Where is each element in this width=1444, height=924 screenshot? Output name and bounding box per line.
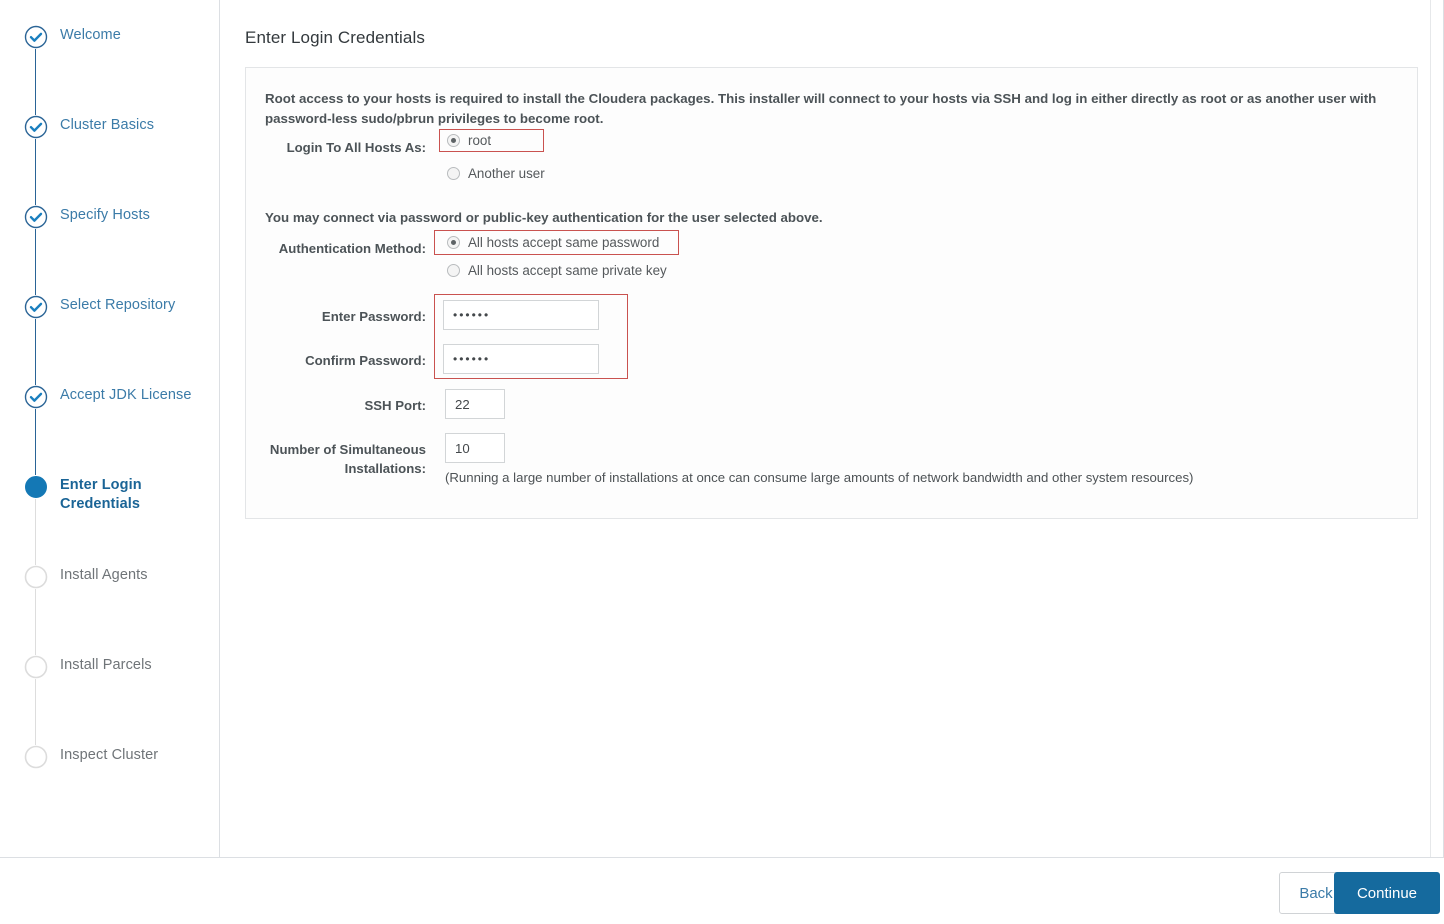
check-circle-icon [24,385,48,409]
simultaneous-installations-label-line1: Number of Simultaneous [269,442,426,457]
enter-password-input[interactable] [443,300,599,330]
sidebar-item-label: Install Agents [60,567,148,583]
credentials-panel: Root access to your hosts is required to… [245,67,1418,519]
continue-button[interactable]: Continue [1334,872,1440,914]
sidebar-item-label: Accept JDK License [60,387,192,403]
sidebar-item-inspect-cluster[interactable]: Inspect Cluster [0,720,219,810]
check-circle-icon [24,205,48,229]
radio-label: All hosts accept same private key [468,263,667,278]
confirm-password-label: Confirm Password: [305,353,426,368]
sidebar-item-label: Enter Login Credentials [60,477,142,512]
simultaneous-installations-label-line2: Installations: [344,461,426,476]
sidebar-item-enter-login-credentials[interactable]: Enter Login Credentials [0,450,219,565]
simultaneous-installations-hint: (Running a large number of installations… [445,470,1194,485]
enter-password-label: Enter Password: [321,309,426,324]
ssh-port-input[interactable] [445,389,505,419]
sidebar-item-label: Install Parcels [60,657,152,673]
wizard-sidebar: Welcome Cluster Basics Specify Hosts Sel… [0,0,220,857]
sidebar-item-label: Inspect Cluster [60,747,159,763]
sidebar-item-accept-jdk-license[interactable]: Accept JDK License [0,360,219,475]
radio-dot-icon [447,134,460,147]
sidebar-item-install-parcels[interactable]: Install Parcels [0,630,219,745]
sidebar-item-welcome[interactable]: Welcome [0,0,219,115]
wizard-footer: Back Continue [0,857,1444,924]
sidebar-item-install-agents[interactable]: Install Agents [0,540,219,655]
radio-auth-same-password[interactable]: All hosts accept same password [447,235,659,250]
check-circle-icon [24,295,48,319]
radio-dot-icon [447,236,460,249]
panel-intro-text: Root access to your hosts is required to… [265,91,1377,126]
sidebar-item-label: Specify Hosts [60,207,150,223]
empty-circle-icon [24,565,48,589]
page-scroll-track[interactable] [1430,0,1431,857]
sidebar-item-label: Cluster Basics [60,117,155,133]
ssh-port-label: SSH Port: [364,398,426,413]
login-as-label: Login To All Hosts As: [286,140,426,155]
radio-label: All hosts accept same password [468,235,660,250]
radio-login-as-another-user[interactable]: Another user [447,166,545,181]
radio-dot-icon [447,264,460,277]
wizard-step-list: Welcome Cluster Basics Specify Hosts Sel… [0,0,219,810]
radio-dot-icon [447,167,460,180]
simultaneous-installations-input[interactable] [445,433,505,463]
radio-auth-same-private-key[interactable]: All hosts accept same private key [447,263,667,278]
confirm-password-input[interactable] [443,344,599,374]
sidebar-item-cluster-basics[interactable]: Cluster Basics [0,90,219,205]
main-content: Enter Login Credentials Root access to y… [221,0,1430,857]
radio-login-as-root[interactable]: root [447,133,491,148]
installer-wizard-page: Welcome Cluster Basics Specify Hosts Sel… [0,0,1444,924]
empty-circle-icon [24,745,48,769]
filled-circle-icon [24,475,48,499]
sidebar-item-label: Select Repository [60,297,176,313]
sidebar-item-specify-hosts[interactable]: Specify Hosts [0,180,219,295]
check-circle-icon [24,25,48,49]
empty-circle-icon [24,655,48,679]
auth-method-label: Authentication Method: [278,241,426,256]
page-title: Enter Login Credentials [245,28,425,47]
radio-label: Another user [468,166,545,181]
check-circle-icon [24,115,48,139]
auth-method-subheading: You may connect via password or public-k… [265,210,823,225]
sidebar-item-label: Welcome [60,27,121,43]
radio-label: root [468,133,492,148]
sidebar-item-select-repository[interactable]: Select Repository [0,270,219,385]
